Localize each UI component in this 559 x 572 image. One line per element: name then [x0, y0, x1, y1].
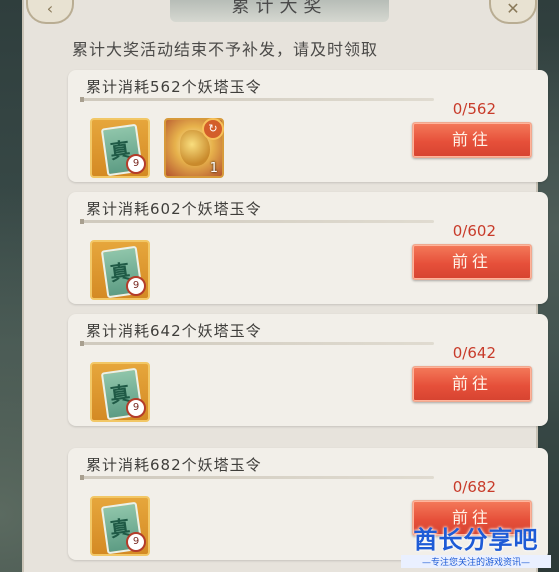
golden-creature-reward[interactable]: ↻ 1 [164, 118, 224, 178]
go-button[interactable]: 前往 [412, 244, 532, 280]
reward-card-1: 累计消耗562个妖塔玉令 0/562 真 9 ↻ 1 前往 [68, 70, 548, 182]
jade-token-reward[interactable]: 真 9 [90, 496, 150, 556]
card-title: 累计消耗682个妖塔玉令 [86, 456, 262, 474]
card-title: 累计消耗602个妖塔玉令 [86, 200, 262, 218]
progress-track [80, 219, 434, 224]
reward-card-2: 累计消耗602个妖塔玉令 0/602 真 9 前往 [68, 192, 548, 304]
item-quantity: 1 [209, 161, 218, 176]
notice-text: 累计大奖活动结束不予补发，请及时领取 [72, 40, 379, 59]
reward-panel: 累计大奖活动结束不予补发，请及时领取 累计消耗562个妖塔玉令 0/562 真 … [22, 0, 548, 572]
go-button[interactable]: 前往 [412, 122, 532, 158]
jade-token-reward[interactable]: 真 9 [90, 118, 150, 178]
item-badge: 9 [126, 276, 146, 296]
item-badge: 9 [126, 532, 146, 552]
header: ‹ 累计大奖 ✕ [0, 0, 559, 24]
progress-count: 0/642 [452, 344, 496, 362]
go-button[interactable]: 前往 [412, 366, 532, 402]
page-title: 累计大奖 [170, 0, 389, 22]
progress-count: 0/682 [452, 478, 496, 496]
progress-track [80, 97, 434, 102]
progress-count: 0/602 [452, 222, 496, 240]
card-title: 累计消耗642个妖塔玉令 [86, 322, 262, 340]
progress-track [80, 341, 434, 346]
card-title: 累计消耗562个妖塔玉令 [86, 78, 262, 96]
item-badge: 9 [126, 154, 146, 174]
refresh-icon: ↻ [202, 118, 224, 140]
jade-token-reward[interactable]: 真 9 [90, 362, 150, 422]
jade-token-reward[interactable]: 真 9 [90, 240, 150, 300]
watermark-title: 酋长分享吧 [413, 526, 539, 554]
item-badge: 9 [126, 398, 146, 418]
close-icon[interactable]: ✕ [489, 0, 537, 24]
reward-card-3: 累计消耗642个妖塔玉令 0/642 真 9 前往 [68, 314, 548, 426]
watermark-subtitle: —专注您关注的游戏资讯— [401, 555, 551, 568]
watermark: 酋长分享吧 —专注您关注的游戏资讯— [401, 520, 551, 568]
progress-track [80, 475, 434, 480]
back-arrow-icon[interactable]: ‹ [26, 0, 74, 24]
progress-count: 0/562 [452, 100, 496, 118]
